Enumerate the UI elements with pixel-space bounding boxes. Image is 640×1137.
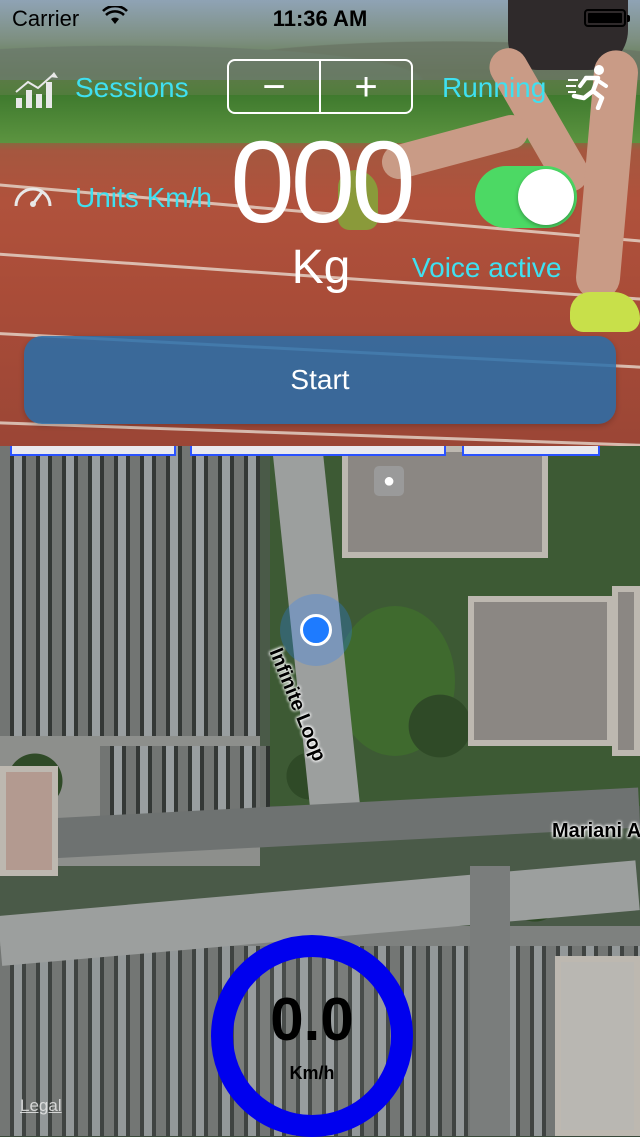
apple-poi-icon[interactable]: ● [374, 466, 404, 496]
weight-value: 000 [230, 117, 416, 247]
speed-value: 0.0 [270, 986, 354, 1053]
toggle-knob [518, 169, 574, 225]
voice-active-label: Voice active [412, 252, 562, 283]
legal-link[interactable]: Legal [20, 1096, 62, 1116]
runner-icon[interactable] [566, 64, 612, 110]
increment-button[interactable]: + [319, 61, 411, 112]
status-time: 11:36 AM [272, 6, 368, 31]
battery-icon [584, 9, 630, 27]
road-label-mariani: Mariani A [552, 820, 640, 842]
user-location-icon[interactable] [280, 594, 352, 666]
start-button[interactable]: Start [24, 336, 616, 424]
units-label[interactable]: Units Km/h [75, 182, 212, 214]
sessions-link[interactable]: Sessions [75, 72, 189, 104]
speed-unit: Km/h [289, 1063, 335, 1083]
speedometer-icon [14, 187, 52, 207]
activity-type-link[interactable]: Running [442, 72, 546, 104]
voice-toggle[interactable] [475, 166, 577, 228]
weight-unit-label: Kg [291, 241, 351, 294]
decrement-button[interactable]: − [229, 61, 319, 112]
status-bar: Carrier 11:36 AM [0, 0, 640, 40]
bar-chart-icon[interactable] [12, 70, 62, 110]
weight-stepper[interactable]: − + [227, 59, 413, 114]
